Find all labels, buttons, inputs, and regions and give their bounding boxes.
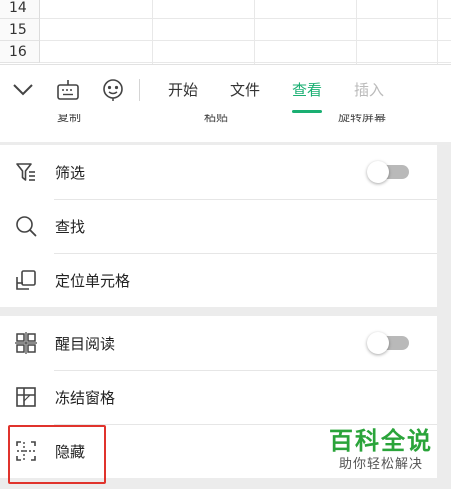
- row-number: 16: [0, 41, 40, 63]
- paste-label[interactable]: 粘贴: [204, 114, 228, 125]
- partial-action-row: 复制 粘贴 旋转屏幕: [0, 114, 451, 142]
- filter-toggle[interactable]: [367, 161, 409, 183]
- freeze-panes-icon: [14, 385, 38, 409]
- column-divider: [356, 0, 357, 64]
- menu-item-highlight-reading[interactable]: 醒目阅读: [0, 316, 437, 370]
- bottom-toolbar: 开始 文件 查看 插入: [0, 64, 451, 114]
- menu-item-find[interactable]: 查找: [0, 199, 437, 253]
- highlight-reading-toggle[interactable]: [367, 332, 409, 354]
- grid-row[interactable]: [40, 0, 451, 19]
- menu-item-label: 定位单元格: [55, 271, 131, 290]
- menu-group-tools: 筛选 查找 定位单元格: [0, 145, 437, 307]
- row-number: 14: [0, 0, 40, 19]
- menu-item-label: 隐藏: [55, 442, 86, 461]
- column-divider: [254, 0, 255, 64]
- spreadsheet-area[interactable]: 14 15 16: [0, 0, 451, 64]
- menu-item-label: 筛选: [55, 163, 86, 182]
- toolbar-separator: [139, 78, 140, 101]
- menu-item-label: 冻结窗格: [55, 388, 116, 407]
- toggle-knob: [367, 161, 389, 183]
- copy-label[interactable]: 复制: [57, 114, 81, 125]
- watermark-logo: 百科全说 助你轻松解决: [325, 426, 437, 474]
- watermark-title: 百科全说: [329, 427, 433, 455]
- menu-item-filter[interactable]: 筛选: [0, 145, 437, 199]
- emoji-icon[interactable]: [90, 65, 135, 115]
- filter-icon: [14, 160, 38, 184]
- keyboard-icon[interactable]: [45, 65, 90, 115]
- tab-file[interactable]: 文件: [214, 65, 276, 115]
- tab-start[interactable]: 开始: [152, 65, 214, 115]
- search-icon: [14, 214, 38, 238]
- grid-row[interactable]: [40, 41, 451, 63]
- highlight-reading-icon: [14, 331, 38, 355]
- tab-view[interactable]: 查看: [276, 65, 338, 115]
- grid-row[interactable]: [40, 19, 451, 41]
- menu-item-freeze-panes[interactable]: 冻结窗格: [0, 370, 437, 424]
- menu-item-locate-cell[interactable]: 定位单元格: [0, 253, 437, 307]
- row-number: 15: [0, 19, 40, 41]
- column-divider: [437, 0, 438, 64]
- rotate-screen-label[interactable]: 旋转屏幕: [338, 114, 386, 125]
- locate-cell-icon: [14, 268, 38, 292]
- toggle-knob: [367, 332, 389, 354]
- tab-insert[interactable]: 插入: [338, 65, 400, 115]
- watermark-subtitle: 助你轻松解决: [338, 457, 423, 472]
- menu-item-label: 醒目阅读: [55, 334, 116, 353]
- column-divider: [152, 0, 153, 64]
- hide-icon: [14, 439, 38, 463]
- menu-item-label: 查找: [55, 217, 86, 236]
- chevron-down-icon[interactable]: [0, 65, 45, 115]
